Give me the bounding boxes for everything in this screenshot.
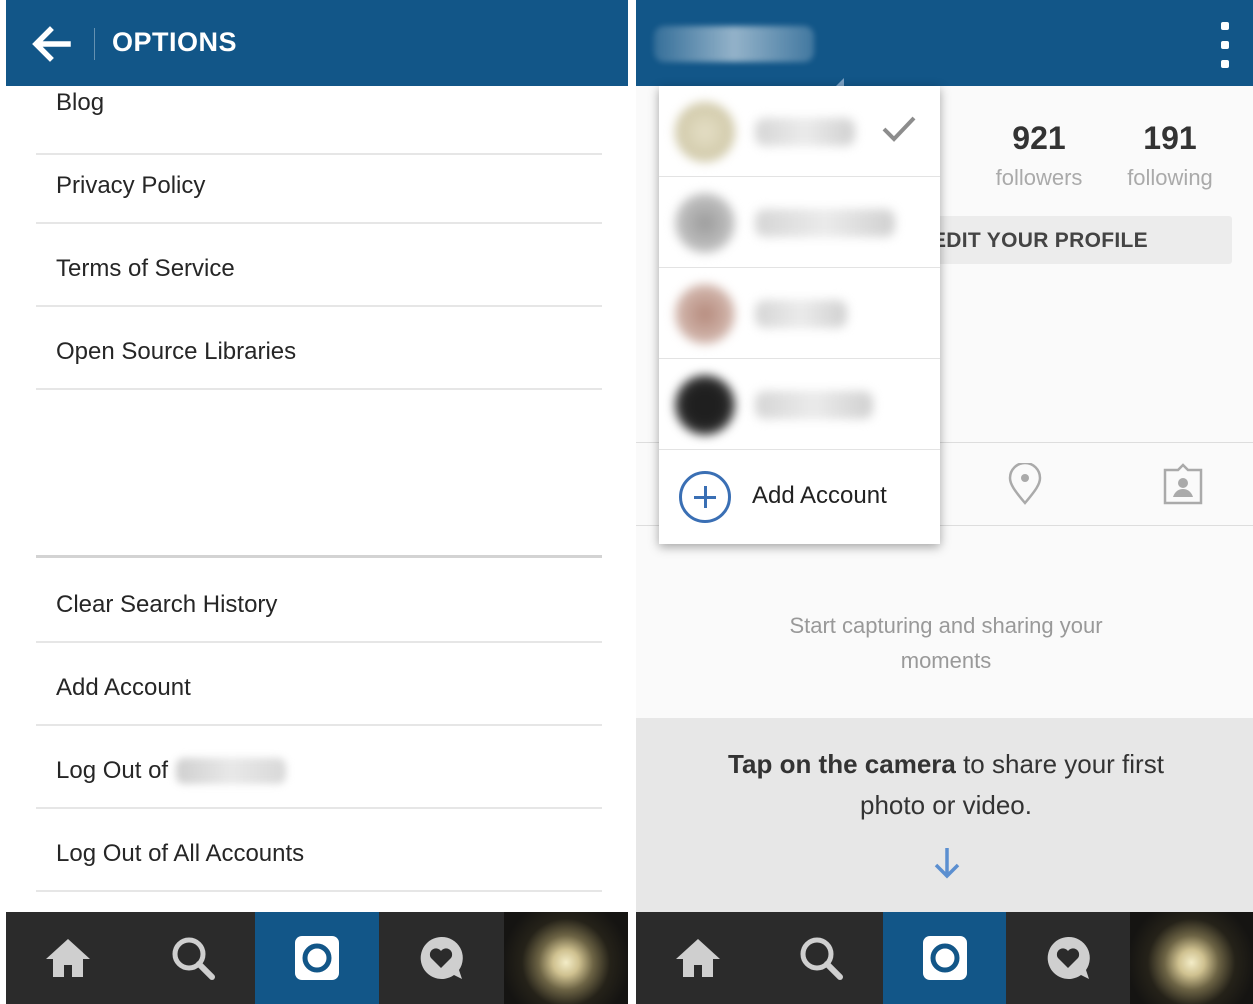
account-switcher-toggle[interactable]: [650, 22, 844, 96]
option-clear-search-history[interactable]: Clear Search History: [36, 560, 602, 643]
option-label: Log Out of: [56, 757, 169, 784]
option-label: Add Account: [56, 674, 191, 701]
back-button[interactable]: [28, 22, 76, 66]
following-stat[interactable]: 191 following: [1114, 120, 1226, 191]
followers-stat[interactable]: 921 followers: [984, 120, 1094, 191]
search-icon: [172, 937, 215, 980]
option-label: Open Source Libraries: [56, 338, 297, 365]
option-label: Clear Search History: [56, 591, 278, 618]
redacted-username: [176, 758, 286, 784]
account-item-selected[interactable]: [659, 86, 940, 177]
camera-icon: [295, 936, 340, 980]
option-log-out-all[interactable]: Log Out of All Accounts: [36, 809, 602, 892]
option-open-source-libraries[interactable]: Open Source Libraries: [36, 307, 602, 390]
option-label: Privacy Policy: [56, 172, 206, 199]
account-avatar: [675, 284, 735, 344]
prompt-bold: Tap on the camera: [728, 749, 956, 779]
nav-activity[interactable]: [1006, 912, 1129, 1004]
option-log-out-account[interactable]: Log Out of: [36, 726, 602, 809]
following-count: 191: [1143, 120, 1197, 156]
arrow-left-icon: [32, 26, 71, 62]
edit-profile-button[interactable]: EDIT YOUR PROFILE: [932, 216, 1232, 264]
more-options-button[interactable]: [1215, 22, 1235, 68]
nav-camera[interactable]: [882, 912, 1007, 1004]
nav-camera[interactable]: [254, 912, 380, 1004]
home-icon: [675, 939, 720, 977]
option-label: Blog: [56, 89, 105, 116]
account-avatar: [675, 375, 735, 435]
option-add-account[interactable]: Add Account: [36, 643, 602, 726]
option-label: Terms of Service: [56, 255, 235, 282]
nav-profile[interactable]: [1129, 912, 1253, 1004]
section-divider: [36, 555, 602, 558]
more-vertical-icon: [1221, 22, 1229, 30]
arrow-down-icon: [934, 848, 960, 879]
nav-search[interactable]: [759, 912, 882, 1004]
account-switcher-menu: Add Account: [659, 86, 940, 544]
home-icon: [46, 939, 91, 977]
account-item[interactable]: [659, 268, 940, 359]
account-username: [755, 300, 847, 328]
nav-activity[interactable]: [379, 912, 503, 1004]
header-divider: [94, 28, 95, 60]
profile-photo: [503, 912, 629, 1004]
add-account-label: Add Account: [752, 482, 887, 509]
profile-header: [636, 0, 1253, 96]
option-terms-of-service[interactable]: Terms of Service: [36, 224, 602, 307]
account-username: [755, 118, 855, 146]
add-account-button[interactable]: Add Account: [659, 452, 940, 544]
followers-label: followers: [995, 165, 1083, 190]
account-avatar: [675, 193, 735, 253]
account-item[interactable]: [659, 177, 940, 268]
bottom-nav: [6, 912, 629, 1004]
followers-count: 921: [1012, 120, 1066, 156]
prompt-text: Tap on the camera to share your first ph…: [716, 744, 1176, 826]
bottom-nav: [636, 912, 1253, 1004]
plus-circle-icon: [679, 471, 731, 523]
account-item[interactable]: [659, 359, 940, 450]
redacted-username: [654, 26, 814, 62]
activity-heart-icon: [1047, 936, 1090, 979]
tab-tagged[interactable]: [1162, 463, 1204, 510]
search-icon: [800, 937, 844, 980]
account-username: [755, 391, 873, 419]
following-label: following: [1127, 165, 1213, 190]
location-pin-icon: [1008, 461, 1042, 505]
nav-home[interactable]: [636, 912, 759, 1004]
page-title: OPTIONS: [112, 27, 238, 57]
nav-home[interactable]: [6, 912, 130, 1004]
account-username: [755, 209, 895, 237]
nav-profile[interactable]: [503, 912, 629, 1004]
first-post-prompt: Tap on the camera to share your first ph…: [636, 718, 1253, 912]
edit-profile-label: EDIT YOUR PROFILE: [932, 229, 1148, 252]
option-privacy-policy[interactable]: Privacy Policy: [36, 141, 602, 224]
tab-location[interactable]: [1008, 461, 1042, 510]
camera-icon: [922, 936, 967, 980]
account-avatar: [675, 102, 735, 162]
option-label: Log Out of All Accounts: [56, 840, 305, 867]
nav-search[interactable]: [130, 912, 254, 1004]
profile-photo: [1129, 912, 1253, 1004]
checkmark-icon: [882, 116, 916, 142]
tagged-person-icon: [1163, 463, 1203, 505]
empty-state-text: Start capturing and sharing your moments: [789, 613, 1103, 673]
options-screen: OPTIONS Blog Privacy Policy Terms of Ser…: [0, 0, 632, 1004]
activity-heart-icon: [421, 936, 464, 979]
